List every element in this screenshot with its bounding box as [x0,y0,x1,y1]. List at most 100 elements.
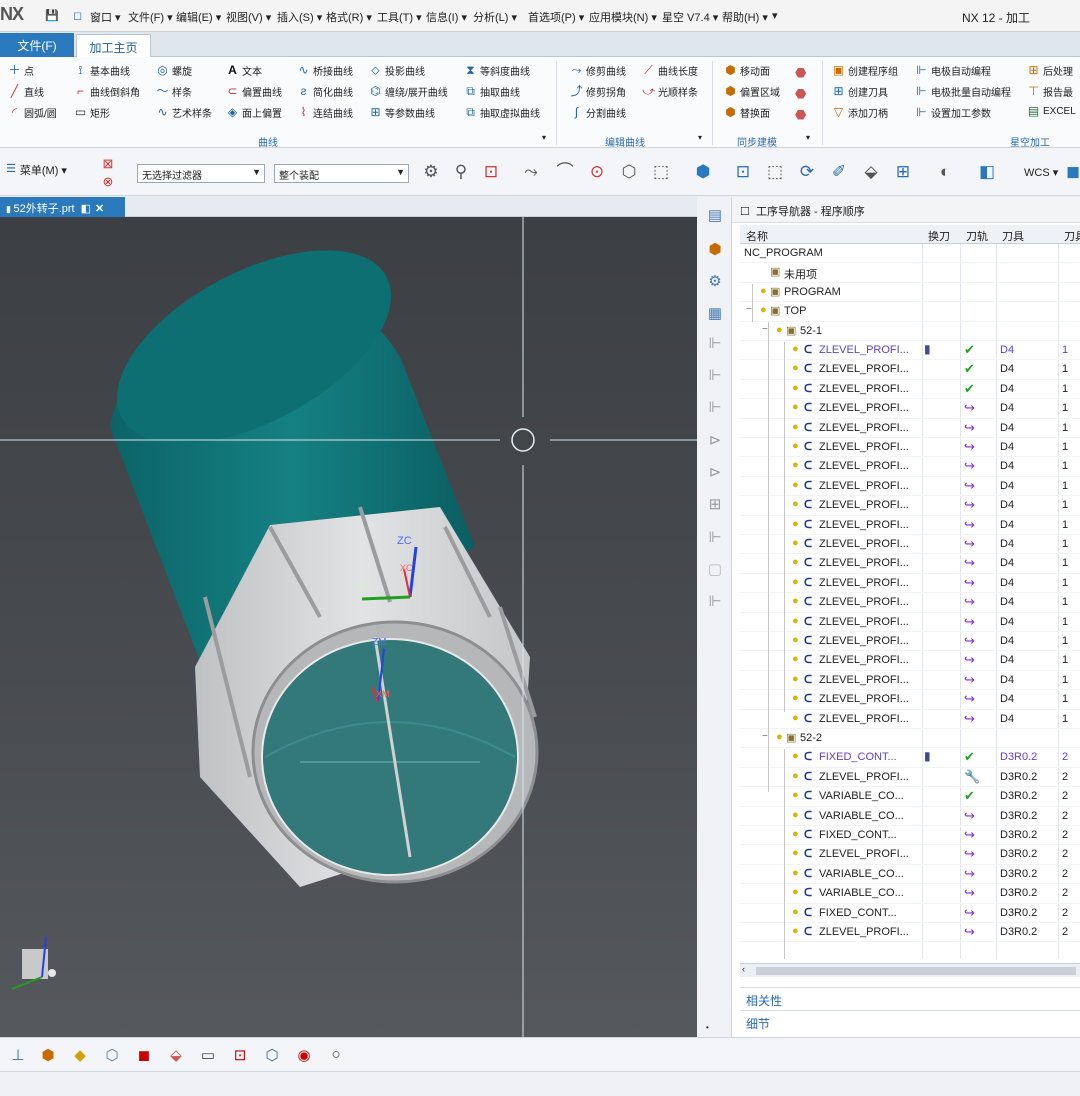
sync-more-icon[interactable]: ▾ [806,133,810,142]
program-row[interactable]: − ● ▣ 52-2 [740,729,1080,749]
column-name[interactable]: 名称 [746,228,768,244]
operation-row[interactable]: ● ᑕ ZLEVEL_PROFI... ↪ D4 1 [740,593,1080,613]
operation-row[interactable]: ● ᑕ FIXED_CONT... ▮ ✔ D3R0.2 2 [740,748,1080,768]
operation-row[interactable]: ● ᑕ ZLEVEL_PROFI... ✔ D4 1 [740,380,1080,400]
orient-icon[interactable]: ⊞ [890,160,916,184]
column-tool[interactable]: 刀具 [1002,228,1024,244]
bridge-curve-button[interactable]: ∿ 桥接曲线 [297,63,353,79]
operation-row[interactable]: ● ᑕ ZLEVEL_PROFI... ↪ D4 1 [740,535,1080,555]
column-toolpath[interactable]: 刀轨 [966,228,988,244]
res-icon-6[interactable]: ⊩ [704,365,726,387]
fit-icon[interactable]: ⊡ [730,160,756,184]
operation-row[interactable]: ● ᑕ ZLEVEL_PROFI... ▮ ✔ D4 1 [740,341,1080,361]
divide-curve-button[interactable]: ∫ 分割曲线 [570,105,626,121]
operation-row[interactable]: ● ᑕ ZLEVEL_PROFI... ↪ D4 1 [740,516,1080,535]
menu-file[interactable]: 文件(F) ▾ [128,9,173,25]
snap-icon-7[interactable]: ⬚ [648,160,674,184]
operation-row[interactable]: ● ᑕ ZLEVEL_PROFI... ↪ D4 1 [740,438,1080,458]
curve-group-more-icon[interactable]: ▾ [542,133,546,142]
rotate-icon[interactable]: ⟳ [794,160,820,184]
operation-row[interactable]: ● ᑕ ZLEVEL_PROFI... ↪ D4 1 [740,574,1080,594]
scroll-left-icon[interactable]: ‹ [742,964,745,974]
project-curve-button[interactable]: ⬦ 投影曲线 [369,63,425,79]
isocline-curve-button[interactable]: ⧗ 等斜度曲线 [464,63,530,79]
create-tool-button[interactable]: ⊞ 创建刀具 [832,84,888,100]
operation-row[interactable]: ● ᑕ ZLEVEL_PROFI... ↪ D3R0.2 2 [740,923,1080,943]
smooth-spline-button[interactable]: ⤻ 光顺样条 [642,84,698,100]
offset-curve-button[interactable]: ⊂ 偏置曲线 [226,84,282,100]
wcs-icon[interactable]: ◼ [1060,160,1080,184]
wrap-unwrap-curve-button[interactable]: ⌬ 缠绕/展开曲线 [369,84,448,100]
selection-icon-2[interactable]: ⊗ [95,170,121,194]
render-icon[interactable]: ⬙ [858,160,884,184]
point-button[interactable]: ＋点 [8,63,34,79]
operation-row[interactable]: ● ᑕ ZLEVEL_PROFI... ↪ D4 1 [740,477,1080,497]
sync-tool-icon-1[interactable]: ⬣ [795,65,806,81]
menu-preferences[interactable]: 首选项(P) ▾ [528,9,584,25]
program-row[interactable]: − ● ▣ 52-1 [740,322,1080,341]
sync-tool-icon-3[interactable]: ⬣ [795,107,806,123]
program-icon[interactable]: ⬡ [100,1046,124,1066]
arc-circle-button[interactable]: ◜ 圆弧/圆 [8,105,57,121]
menu-help[interactable]: 帮助(H) ▾ [722,9,768,25]
res-icon-12[interactable]: ▢ [704,559,726,581]
selection-filter-dropdown[interactable]: 无选择过滤器 ▼ [137,164,265,183]
sync-tool-icon-2[interactable]: ⬣ [795,86,806,102]
menu-application[interactable]: 应用模块(N) ▾ [589,9,657,25]
geometry-icon[interactable]: ⬢ [36,1046,60,1066]
menu-edit[interactable]: 编辑(E) ▾ [176,9,221,25]
snap-icon-5[interactable]: ⌒ [552,160,578,184]
operation-row[interactable]: ● ᑕ ZLEVEL_PROFI... ↪ D4 1 [740,399,1080,419]
operation-row[interactable]: ● ᑕ ZLEVEL_PROFI... ↪ D3R0.2 2 [740,845,1080,865]
replace-face-button[interactable]: ⬢ 替换面 [724,105,770,121]
drill-icon[interactable]: ◉ [292,1046,316,1066]
graphics-viewport[interactable]: ZC YC XC ZM XM [0,217,697,1037]
cut-icon[interactable]: ⊡ [228,1046,252,1066]
res-icon-8[interactable]: ⊳ [704,430,726,452]
res-icon-13[interactable]: ⊩ [704,591,726,613]
curve-length-button[interactable]: ⟋ 曲线长度 [642,63,698,79]
operation-row[interactable]: ● ᑕ FIXED_CONT... ↪ D3R0.2 2 [740,904,1080,923]
method-icon[interactable]: ◆ [68,1046,92,1066]
move-face-button[interactable]: ⬢ 移动面 [724,63,770,79]
rectangle-icon[interactable]: ▭ [196,1046,220,1066]
operation-row[interactable]: ● ᑕ VARIABLE_CO... ↪ D3R0.2 2 [740,807,1080,826]
operation-navigator-icon[interactable]: ▤ [704,205,726,227]
wcs-button[interactable]: WCS ▾ [1024,166,1058,179]
add-holder-button[interactable]: ▽ 添加刀柄 [832,105,888,121]
assembly-scope-dropdown[interactable]: 整个装配 ▼ [274,164,409,183]
program-row[interactable]: NC_PROGRAM [740,244,1080,264]
operation-row[interactable]: ● ᑕ ZLEVEL_PROFI... ↪ D4 1 [740,613,1080,632]
scrollbar-thumb[interactable] [756,967,1076,975]
electrode-batch-button[interactable]: ⊩ 电极批量自动编程 [915,84,1011,100]
machine-navigator-icon[interactable]: ▦ [704,303,726,325]
menu-info[interactable]: 信息(I) ▾ [426,9,467,25]
operation-row[interactable]: ● ᑕ ZLEVEL_PROFI... ↪ D4 1 [740,671,1080,691]
report-button[interactable]: ⊤ 报告最 [1027,84,1073,100]
circle-icon[interactable]: ○ [324,1046,348,1066]
operation-row[interactable]: ● ᑕ ZLEVEL_PROFI... ↪ D4 1 [740,496,1080,516]
close-icon[interactable]: ✕ [95,203,104,215]
detach-icon[interactable]: ◧ [81,203,91,215]
operation-row[interactable]: ● ᑕ FIXED_CONT... ↪ D3R0.2 2 [740,826,1080,846]
operation-row[interactable]: ● ᑕ ZLEVEL_PROFI... ↪ D4 1 [740,690,1080,710]
pan-icon[interactable]: ✐ [826,160,852,184]
operation-row[interactable]: ● ᑕ VARIABLE_CO... ↪ D3R0.2 2 [740,884,1080,904]
operation-row[interactable]: ● ᑕ ZLEVEL_PROFI... ↪ D4 1 [740,710,1080,729]
trim-corner-button[interactable]: ⤴ 修剪拐角 [570,84,626,100]
curve-chamfer-button[interactable]: ⌐ 曲线倒斜角 [74,84,140,100]
spline-button[interactable]: 〜样条 [156,84,192,100]
operation-row[interactable]: ● ᑕ ZLEVEL_PROFI... ✔ D4 1 [740,360,1080,380]
isoparametric-curve-button[interactable]: ⊞ 等参数曲线 [369,105,435,121]
snap-icon-3[interactable]: ⊡ [478,160,504,184]
offset-region-button[interactable]: ⬢ 偏置区域 [724,84,780,100]
extract-virtual-curve-button[interactable]: ⧉ 抽取虚拟曲线 [464,105,540,121]
operation-row[interactable]: ● ᑕ ZLEVEL_PROFI... ↪ D4 1 [740,419,1080,438]
electrode-auto-button[interactable]: ⊩ 电极自动编程 [915,63,991,79]
workpiece-icon[interactable]: ◼ [132,1046,156,1066]
program-row[interactable]: − ● ▣ TOP [740,302,1080,322]
extract-curve-button[interactable]: ⧉ 抽取曲线 [464,84,520,100]
basic-curve-button[interactable]: ⟟ 基本曲线 [74,63,130,79]
tab-file[interactable]: 文件(F) [0,33,74,57]
res-icon-5[interactable]: ⊩ [704,333,726,355]
